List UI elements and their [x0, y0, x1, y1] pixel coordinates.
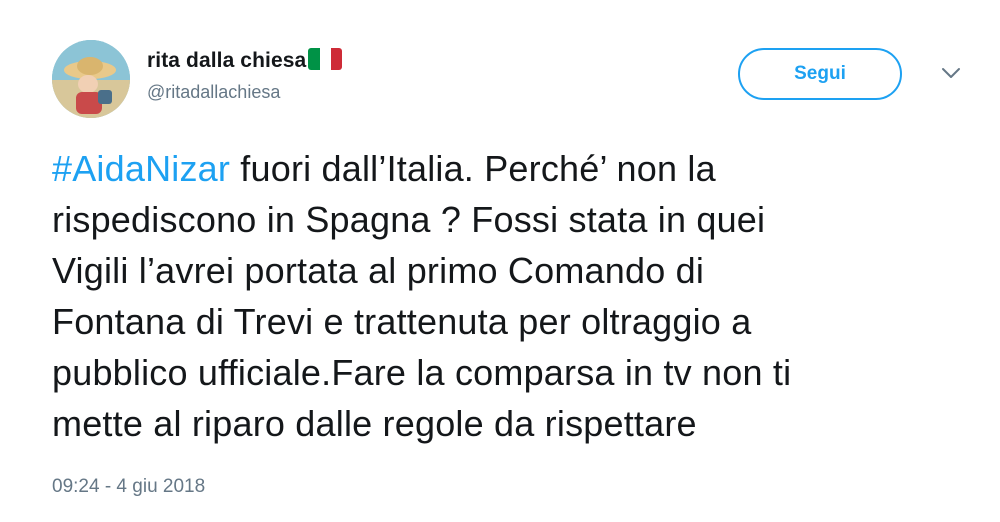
tweet-line: Fontana di Trevi e trattenuta per oltrag… — [52, 301, 752, 342]
italy-flag-icon — [308, 48, 343, 70]
tweet-line: Vigili l’avrei portata al primo Comando … — [52, 250, 705, 291]
tweet-text: #AidaNizar fuori dall’Italia. Perché’ no… — [52, 143, 982, 449]
tweet-line: rispediscono in Spagna ? Fossi stata in … — [52, 199, 766, 240]
flag-red-stripe — [330, 48, 343, 70]
tweet-line: pubblico ufficiale.Fare la comparsa in t… — [52, 352, 792, 393]
avatar-image — [52, 40, 130, 118]
display-name-row: rita dalla chiesa — [147, 46, 343, 76]
tweet-line-text: fuori dall’Italia. Perché’ non la — [230, 148, 716, 189]
avatar[interactable] — [52, 40, 130, 118]
hashtag-link[interactable]: #AidaNizar — [52, 148, 230, 189]
tweet-card: rita dalla chiesa @ritadallachiesa Segui… — [0, 0, 1000, 522]
follow-button[interactable]: Segui — [738, 48, 902, 100]
user-handle[interactable]: @ritadallachiesa — [147, 82, 342, 103]
flag-white-stripe — [319, 48, 331, 70]
tweet-line: mette al riparo dalle regole da rispetta… — [52, 403, 697, 444]
display-name[interactable]: rita dalla chiesa — [147, 49, 306, 73]
chevron-down-icon[interactable] — [940, 66, 962, 80]
user-info: rita dalla chiesa @ritadallachiesa — [147, 46, 343, 103]
flag-green-stripe — [308, 48, 320, 70]
tweet-timestamp[interactable]: 09:24 - 4 giu 2018 — [52, 476, 205, 498]
tweet-line: #AidaNizar fuori dall’Italia. Perché’ no… — [52, 143, 982, 194]
